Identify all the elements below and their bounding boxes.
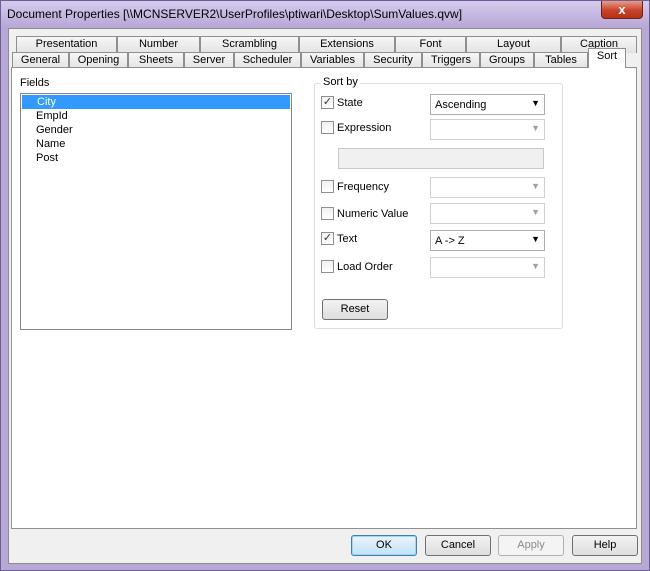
numeric-value-label: Numeric Value — [337, 207, 409, 220]
state-sort-dropdown[interactable]: Ascending ▼ — [430, 94, 545, 115]
expression-checkbox[interactable] — [321, 121, 334, 134]
ok-button[interactable]: OK — [351, 535, 417, 556]
tab-layout[interactable]: Layout — [466, 36, 561, 53]
title-bar[interactable]: Document Properties [\\MCNSERVER2\UserPr… — [1, 1, 649, 27]
tab-sort[interactable]: Sort — [588, 48, 626, 68]
state-sort-value: Ascending — [435, 98, 487, 111]
list-item[interactable]: Post — [21, 151, 291, 165]
text-checkbox-row[interactable]: ✓ Text — [321, 232, 357, 245]
tab-presentation[interactable]: Presentation — [16, 36, 117, 53]
state-label: State — [337, 96, 363, 109]
numeric-value-checkbox[interactable] — [321, 207, 334, 220]
chevron-down-icon: ▼ — [531, 123, 540, 133]
text-label: Text — [337, 232, 358, 245]
close-button[interactable]: x — [601, 1, 643, 19]
expression-sort-dropdown[interactable]: ▼ — [430, 119, 545, 140]
frequency-checkbox[interactable] — [321, 180, 334, 193]
chevron-down-icon: ▼ — [531, 234, 540, 244]
chevron-down-icon: ▼ — [531, 261, 540, 271]
expression-label: Expression — [337, 121, 392, 134]
load-order-checkbox-row[interactable]: Load Order — [321, 260, 393, 273]
window-title: Document Properties [\\MCNSERVER2\UserPr… — [7, 7, 463, 21]
list-item[interactable]: City — [22, 95, 290, 109]
load-order-checkbox[interactable] — [321, 260, 334, 273]
state-checkbox[interactable]: ✓ — [321, 96, 334, 109]
tab-scrambling[interactable]: Scrambling — [200, 36, 299, 53]
numeric-value-sort-dropdown[interactable]: ▼ — [430, 203, 545, 224]
frequency-checkbox-row[interactable]: Frequency — [321, 180, 389, 193]
document-properties-window: Document Properties [\\MCNSERVER2\UserPr… — [0, 0, 650, 571]
tab-font[interactable]: Font — [395, 36, 466, 53]
chevron-down-icon: ▼ — [531, 98, 540, 108]
frequency-label: Frequency — [337, 180, 389, 193]
apply-button[interactable]: Apply — [498, 535, 564, 556]
tab-number[interactable]: Number — [117, 36, 200, 53]
load-order-sort-dropdown[interactable]: ▼ — [430, 257, 545, 278]
close-icon: x — [618, 2, 626, 17]
state-checkbox-row[interactable]: ✓ State — [321, 96, 363, 109]
text-sort-dropdown[interactable]: A -> Z ▼ — [430, 230, 545, 251]
list-item[interactable]: Name — [21, 137, 291, 151]
tab-extensions[interactable]: Extensions — [299, 36, 395, 53]
expression-checkbox-row[interactable]: Expression — [321, 121, 391, 134]
text-sort-value: A -> Z — [435, 234, 465, 247]
cancel-button[interactable]: Cancel — [425, 535, 491, 556]
list-item[interactable]: Gender — [21, 123, 291, 137]
help-button[interactable]: Help — [572, 535, 638, 556]
expression-input[interactable] — [338, 148, 544, 169]
fields-label: Fields — [20, 77, 50, 89]
chevron-down-icon: ▼ — [531, 207, 540, 217]
chevron-down-icon: ▼ — [531, 181, 540, 191]
load-order-label: Load Order — [337, 260, 393, 273]
numeric-value-checkbox-row[interactable]: Numeric Value — [321, 207, 408, 220]
fields-listbox[interactable]: City EmpId Gender Name Post — [20, 93, 292, 330]
reset-button[interactable]: Reset — [322, 299, 388, 320]
sort-by-label: Sort by — [321, 76, 360, 88]
list-item[interactable]: EmpId — [21, 109, 291, 123]
frequency-sort-dropdown[interactable]: ▼ — [430, 177, 545, 198]
text-checkbox[interactable]: ✓ — [321, 232, 334, 245]
